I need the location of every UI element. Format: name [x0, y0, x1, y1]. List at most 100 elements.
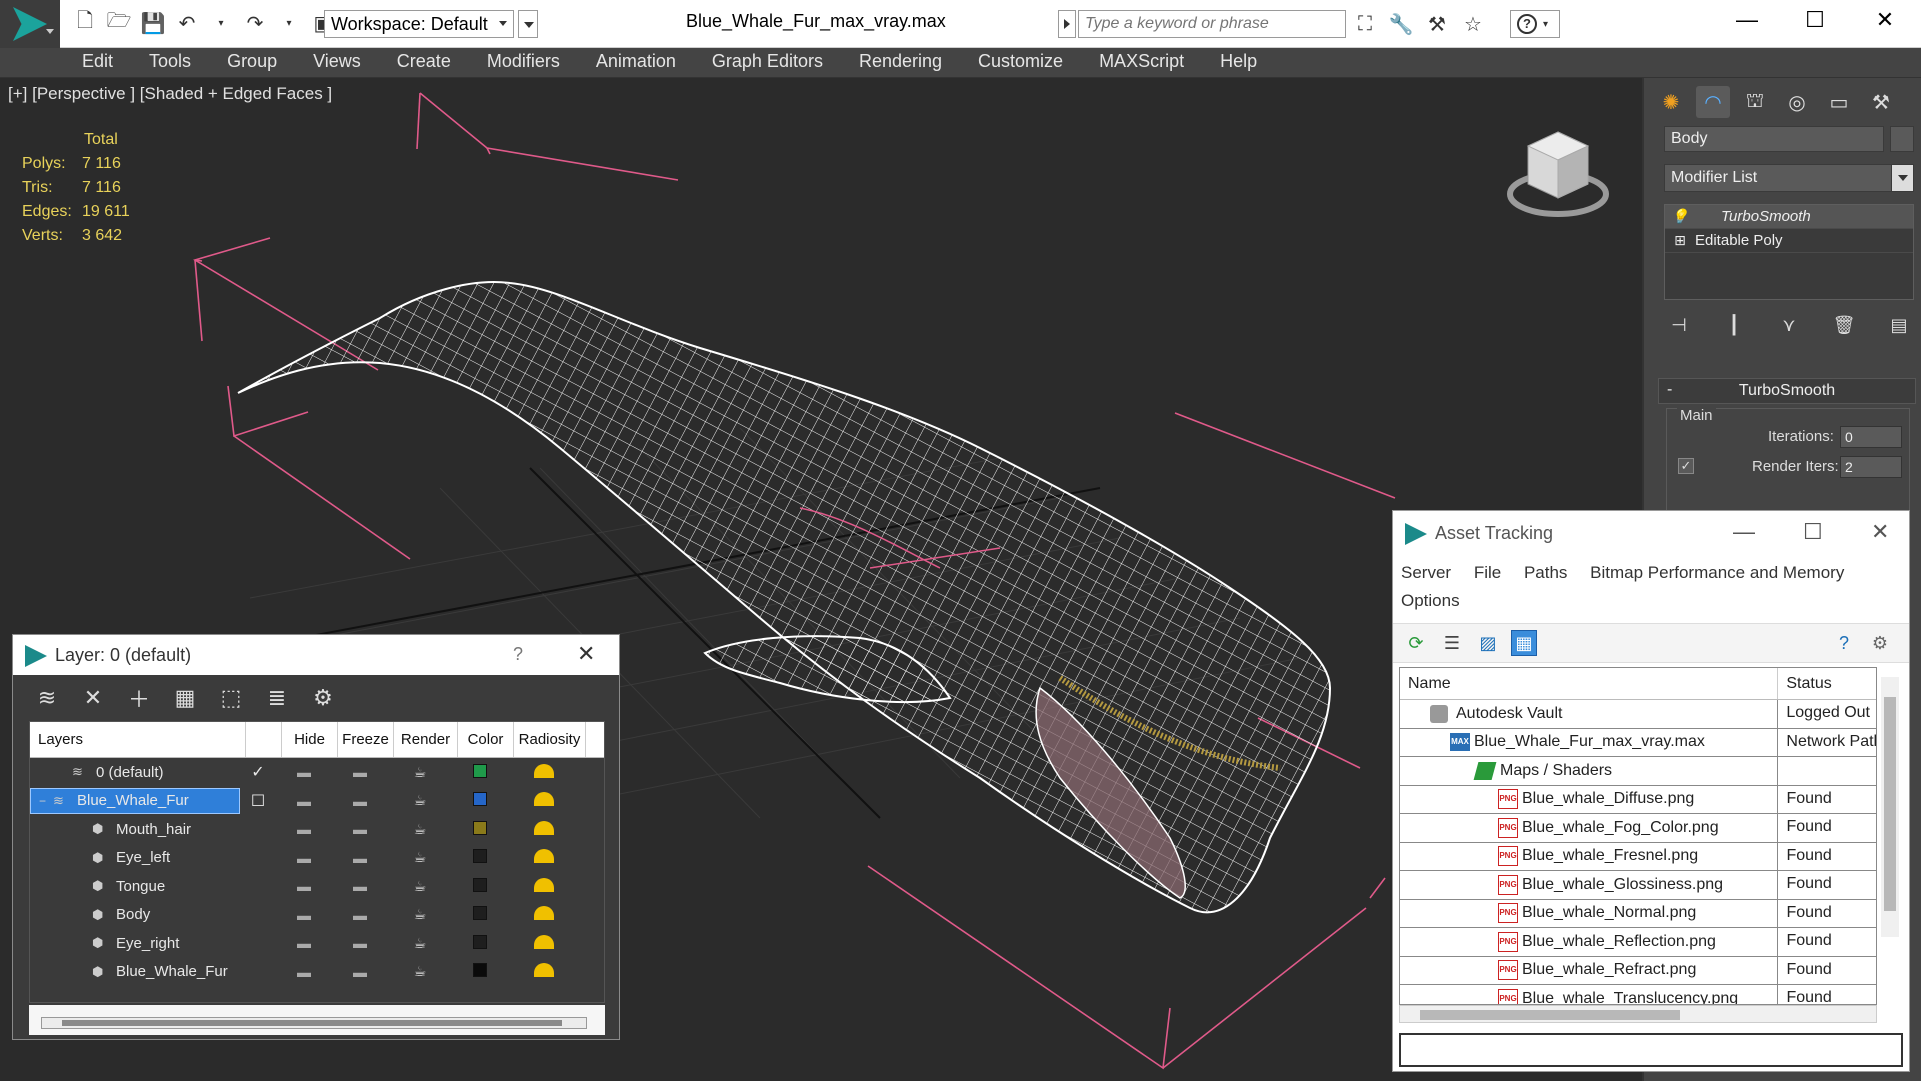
menu-maxscript[interactable]: MAXScript — [1099, 48, 1202, 77]
list-view-icon[interactable]: ☰ — [1439, 630, 1465, 656]
expand-toggle-icon[interactable]: − — [39, 794, 53, 808]
layer-row[interactable]: − ≋ Blue_Whale_Fur ☐ ▬ ▬ ☕ — [30, 787, 604, 816]
radiosity-sun-icon[interactable] — [508, 906, 580, 923]
freeze-toggle[interactable]: ▬ — [332, 878, 388, 894]
select-objects-icon[interactable]: ▦ — [169, 683, 201, 713]
object-color-swatch[interactable] — [1890, 126, 1914, 152]
current-layer-indicator[interactable]: ☐ — [240, 791, 276, 811]
modifier-list-dropdown[interactable]: Modifier List — [1664, 164, 1914, 192]
display-tab-icon[interactable]: ▭ — [1822, 86, 1856, 118]
col-color[interactable]: Color — [458, 722, 514, 757]
delete-layer-icon[interactable]: ✕ — [77, 683, 109, 713]
asset-row[interactable]: Maps / Shaders — [1400, 757, 1876, 786]
asset-name-cell[interactable]: PNG Blue_whale_Fog_Color.png — [1400, 814, 1779, 842]
radiosity-sun-icon[interactable] — [508, 792, 580, 809]
search-input[interactable] — [1078, 10, 1346, 38]
help-icon[interactable]: ? — [1831, 630, 1857, 656]
new-file-icon[interactable]: 🗋 — [72, 10, 98, 36]
scrollbar-thumb[interactable] — [1884, 697, 1896, 911]
hide-layers-icon[interactable]: ⚙ — [307, 683, 339, 713]
asset-name-cell[interactable]: PNG Blue_whale_Glossiness.png — [1400, 871, 1779, 899]
viewport-label[interactable]: [+] [Perspective ] [Shaded + Edged Faces… — [8, 84, 332, 104]
save-icon[interactable]: 💾 — [140, 10, 166, 36]
hide-toggle[interactable]: ▬ — [276, 907, 332, 923]
expand-plus-icon[interactable]: ⊞ — [1665, 232, 1695, 249]
search-expand-button[interactable] — [1058, 10, 1076, 38]
render-iters-spinner[interactable]: 2 — [1840, 456, 1902, 478]
asset-name-cell[interactable]: PNG Blue_whale_Translucency.png — [1400, 985, 1779, 1004]
layer-row[interactable]: ≋ 0 (default) ✓ ▬ ▬ ☕ — [30, 758, 604, 787]
col-hide[interactable]: Hide — [282, 722, 338, 757]
layer-row[interactable]: ⬢ Tongue ▬ ▬ ☕ — [30, 872, 604, 901]
render-teapot-icon[interactable]: ☕ — [388, 792, 452, 809]
layer-dialog-titlebar[interactable]: Layer: 0 (default) ? ✕ — [13, 635, 619, 675]
menu-tools[interactable]: Tools — [149, 48, 209, 77]
layer-name-cell[interactable]: ⬢ Body — [30, 902, 240, 928]
radiosity-sun-icon[interactable] — [508, 849, 580, 866]
layer-name-cell[interactable]: ≋ 0 (default) — [30, 759, 240, 785]
modify-tab-icon[interactable]: ◠ — [1696, 86, 1730, 118]
table-view-icon[interactable]: ▦ — [1511, 630, 1537, 656]
make-unique-icon[interactable]: ⋎ — [1774, 312, 1804, 338]
asset-row[interactable]: PNG Blue_whale_Reflection.png Found — [1400, 928, 1876, 957]
col-status[interactable]: Status — [1778, 668, 1876, 699]
hide-toggle[interactable]: ▬ — [276, 878, 332, 894]
stack-item-turbosmooth[interactable]: 💡 TurboSmooth — [1665, 205, 1913, 229]
freeze-toggle[interactable]: ▬ — [332, 764, 388, 780]
scrollbar-thumb[interactable] — [62, 1020, 562, 1026]
workspace-menu-button[interactable] — [518, 10, 538, 38]
col-layers[interactable]: Layers — [30, 722, 246, 757]
tools-icon[interactable]: ⚒ — [1424, 10, 1450, 38]
select-layer-icon[interactable]: ⬚ — [215, 683, 247, 713]
asset-row[interactable]: Autodesk Vault Logged Out — [1400, 700, 1876, 729]
undo-dropdown-icon[interactable]: ▾ — [208, 10, 234, 36]
layer-color-swatch[interactable] — [452, 820, 508, 838]
asset-name-cell[interactable]: PNG Blue_whale_Reflection.png — [1400, 928, 1779, 956]
render-teapot-icon[interactable]: ☕ — [388, 764, 452, 781]
pin-stack-icon[interactable]: ⊣ — [1664, 312, 1694, 338]
remove-modifier-icon[interactable]: 🗑 — [1829, 312, 1859, 338]
freeze-toggle[interactable]: ▬ — [332, 793, 388, 809]
layer-name-cell[interactable]: ⬢ Eye_right — [30, 930, 240, 956]
menu-help[interactable]: Help — [1220, 48, 1275, 77]
render-teapot-icon[interactable]: ☕ — [388, 935, 452, 952]
asset-menu-options[interactable]: Options — [1401, 591, 1460, 610]
asset-dialog-titlebar[interactable]: Asset Tracking — ☐ ✕ — [1393, 511, 1909, 555]
undo-icon[interactable]: ↶ — [174, 10, 200, 36]
asset-row[interactable]: PNG Blue_whale_Diffuse.png Found — [1400, 785, 1876, 814]
col-name[interactable]: Name — [1400, 668, 1779, 699]
scrollbar-thumb[interactable] — [1420, 1010, 1680, 1020]
asset-row[interactable]: PNG Blue_whale_Fresnel.png Found — [1400, 842, 1876, 871]
asset-menu-bitmap-performance[interactable]: Bitmap Performance and Memory — [1590, 563, 1844, 582]
object-name-field[interactable]: Body — [1664, 126, 1884, 152]
asset-name-cell[interactable]: PNG Blue_whale_Diffuse.png — [1400, 785, 1779, 813]
layer-name-cell[interactable]: ⬢ Blue_Whale_Fur — [30, 959, 240, 985]
asset-row[interactable]: PNG Blue_whale_Glossiness.png Found — [1400, 871, 1876, 900]
menu-rendering[interactable]: Rendering — [859, 48, 960, 77]
motion-tab-icon[interactable]: ◎ — [1780, 86, 1814, 118]
layer-color-swatch[interactable] — [452, 849, 508, 866]
show-end-result-icon[interactable]: ┃ — [1719, 312, 1749, 338]
open-file-icon[interactable]: 🗁 — [106, 10, 132, 36]
col-current[interactable] — [246, 722, 282, 757]
workspace-select[interactable]: Workspace: Default — [324, 10, 514, 38]
minimize-button[interactable]: — — [1712, 0, 1782, 40]
lightbulb-icon[interactable]: 💡 — [1665, 208, 1695, 225]
viewcube-icon[interactable] — [1506, 124, 1610, 224]
binoculars-icon[interactable]: ⛶ — [1352, 10, 1378, 38]
horizontal-scrollbar[interactable] — [1399, 1005, 1877, 1023]
render-teapot-icon[interactable]: ☕ — [388, 849, 452, 866]
hide-toggle[interactable]: ▬ — [276, 793, 332, 809]
asset-name-cell[interactable]: PNG Blue_whale_Fresnel.png — [1400, 842, 1779, 870]
layer-options-icon[interactable]: ≋ — [31, 683, 63, 713]
iterations-spinner[interactable]: 0 — [1840, 426, 1902, 448]
col-radiosity[interactable]: Radiosity — [514, 722, 586, 757]
hide-toggle[interactable]: ▬ — [276, 964, 332, 980]
settings-icon[interactable]: ⚙ — [1867, 630, 1893, 656]
layer-color-swatch[interactable] — [452, 763, 508, 781]
layer-row[interactable]: ⬢ Eye_right ▬ ▬ ☕ — [30, 929, 604, 958]
layer-row[interactable]: ⬢ Blue_Whale_Fur ▬ ▬ ☕ — [30, 958, 604, 987]
app-menu-button[interactable] — [0, 0, 60, 48]
col-render[interactable]: Render — [394, 722, 458, 757]
radiosity-sun-icon[interactable] — [508, 877, 580, 895]
